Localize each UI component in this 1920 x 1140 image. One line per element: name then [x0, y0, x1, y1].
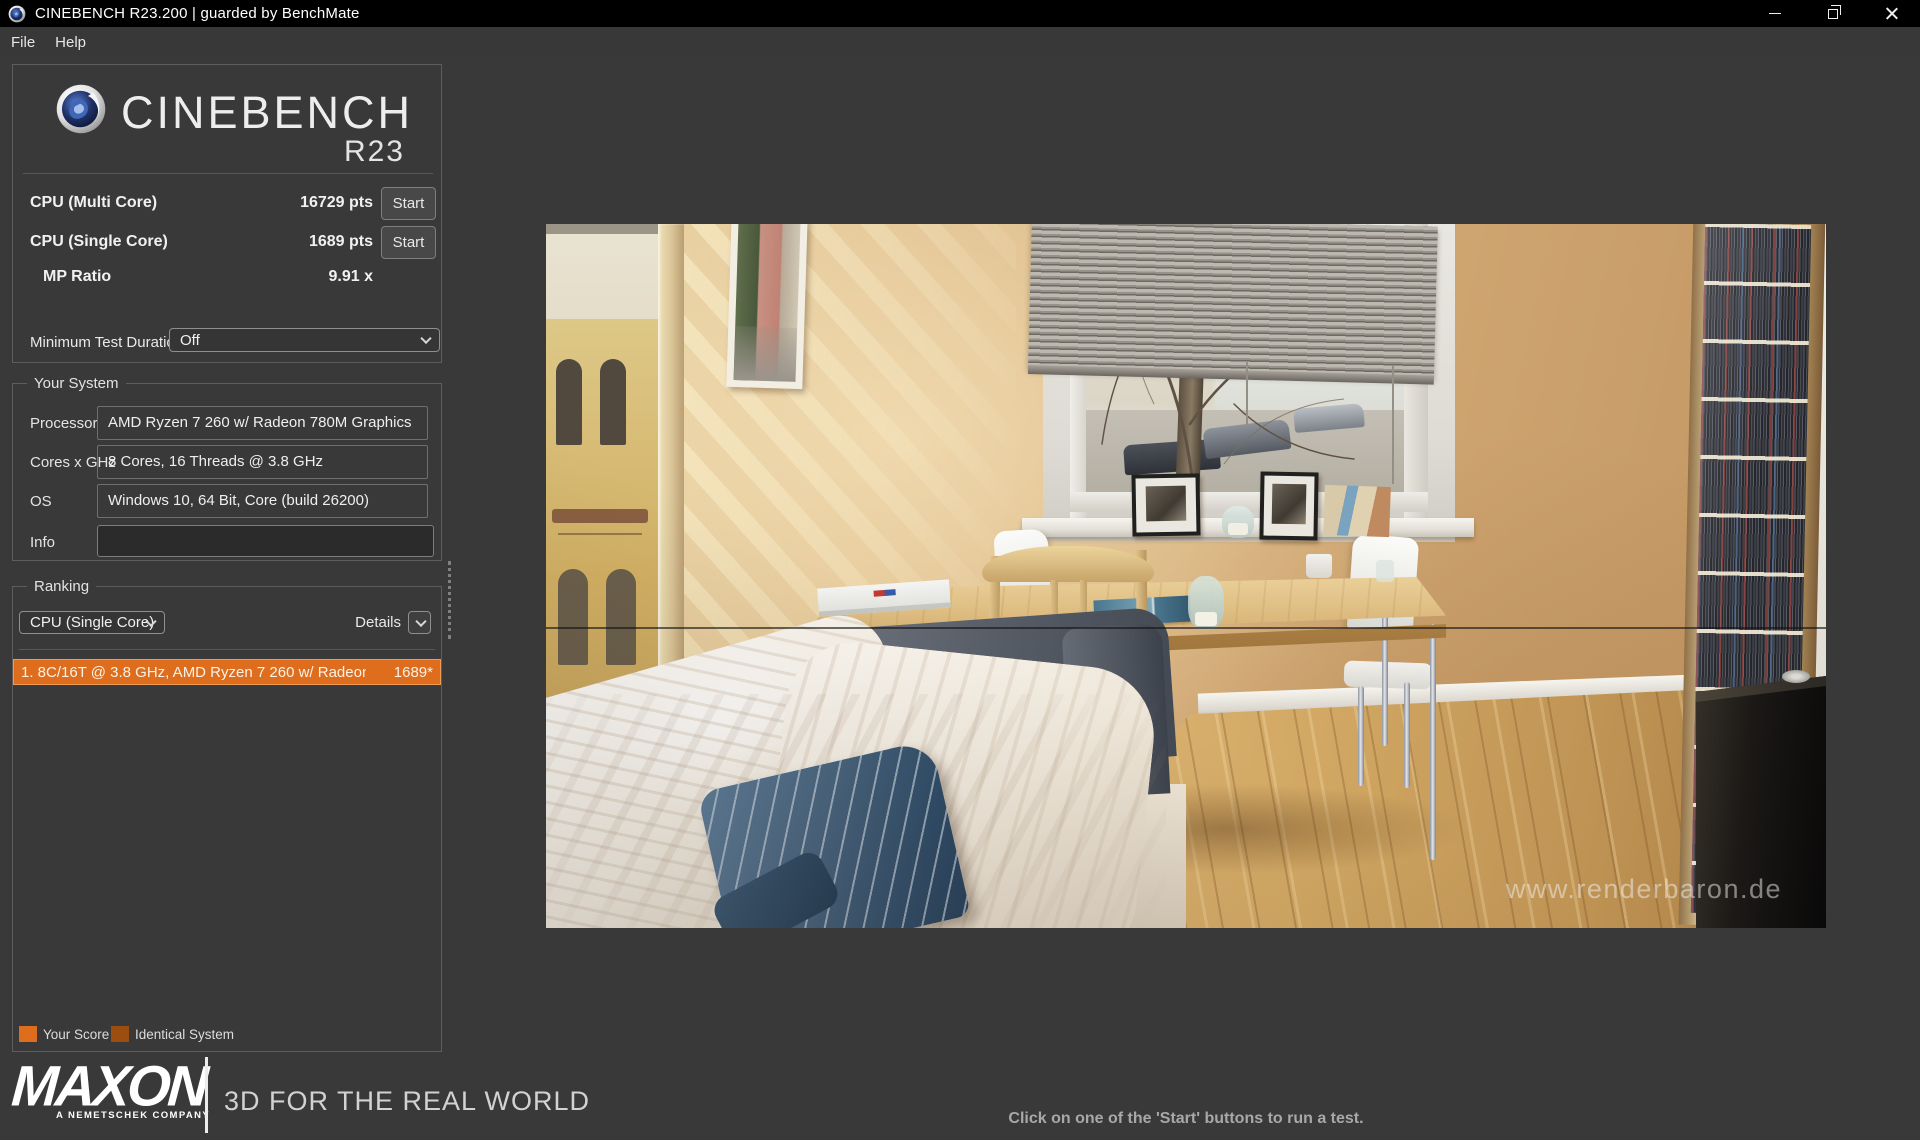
your-system-group: Your System Processor AMD Ryzen 7 260 w/… [12, 375, 442, 561]
maxon-logo: MAXON [9, 1053, 208, 1118]
divider [23, 173, 433, 174]
your-system-title: Your System [34, 375, 119, 392]
status-message: Click on one of the 'Start' buttons to r… [1008, 1110, 1364, 1127]
test-duration-label: Minimum Test Duration [30, 334, 184, 351]
bench-row-multi-core: CPU (Multi Core) 16729 pts Start [13, 187, 443, 220]
maxon-sublogo: A NEMETSCHEK COMPANY [56, 1110, 211, 1121]
details-select[interactable] [408, 611, 431, 634]
cinebench-app-icon [8, 5, 26, 22]
start-single-core-button[interactable]: Start [381, 226, 436, 259]
ranking-filter-select[interactable]: CPU (Single Core) [19, 611, 165, 634]
info-label: Info [30, 534, 56, 551]
small-jar [1376, 560, 1394, 582]
details-label: Details [355, 614, 401, 631]
menu-help[interactable]: Help [45, 30, 96, 55]
mp-ratio-value: 9.91 x [328, 268, 373, 285]
single-core-score: 1689 pts [308, 233, 373, 250]
panel-splitter-handle[interactable] [448, 561, 451, 639]
single-core-label: CPU (Single Core) [30, 233, 168, 250]
speaker-knob [1782, 670, 1810, 683]
os-value: Windows 10, 64 Bit, Core (build 26200) [97, 484, 428, 518]
ranking-entry-your-score[interactable]: 1. 8C/16T @ 3.8 GHz, AMD Ryzen 7 260 w/ … [13, 659, 441, 685]
test-duration-row: Minimum Test Duration Off [13, 328, 443, 355]
benchmark-panel: CINEBENCH R23 CPU (Multi Core) 16729 pts… [12, 64, 442, 363]
chevron-down-icon [415, 615, 427, 627]
restore-button[interactable] [1804, 0, 1862, 27]
bench-row-single-core: CPU (Single Core) 1689 pts Start [13, 226, 443, 259]
mug [1306, 554, 1332, 578]
mp-ratio-label: MP Ratio [43, 268, 112, 285]
blind-cord [1392, 366, 1394, 484]
window-title: CINEBENCH R23.200 | guarded by BenchMate [35, 5, 360, 22]
restore-icon [1828, 5, 1841, 19]
footer-tagline: 3D FOR THE REAL WORLD [224, 1086, 591, 1116]
ranking-filter-value: CPU (Single Core) [30, 614, 155, 631]
cinebench-logo-icon [56, 84, 106, 134]
titlebar: CINEBENCH R23.200 | guarded by BenchMate [0, 0, 1920, 27]
glass-vase-on-table [1188, 576, 1224, 630]
system-row-cores: Cores x GHz 8 Cores, 16 Threads @ 3.8 GH… [13, 445, 441, 480]
close-icon [1885, 7, 1898, 20]
start-multi-core-button[interactable]: Start [381, 187, 436, 220]
system-row-processor: Processor AMD Ryzen 7 260 w/ Radeon 780M… [13, 406, 441, 441]
ranking-title: Ranking [34, 578, 90, 595]
photo-frame [1259, 471, 1319, 541]
multi-core-score: 16729 pts [300, 194, 373, 211]
cores-value: 8 Cores, 16 Threads @ 3.8 GHz [97, 445, 428, 479]
ranking-entry-label: 1. 8C/16T @ 3.8 GHz, AMD Ryzen 7 260 w/ … [21, 664, 366, 681]
processor-value: AMD Ryzen 7 260 w/ Radeon 780M Graphics [97, 406, 428, 440]
minimize-icon [1769, 13, 1781, 14]
identical-system-swatch [111, 1026, 129, 1042]
ranking-group: Ranking CPU (Single Core) Details 1. 8C/… [12, 578, 442, 1052]
blind-cord [1246, 362, 1248, 426]
identical-system-label: Identical System [135, 1027, 235, 1042]
app-logo-version: R23 [343, 135, 405, 168]
app-window: CINEBENCH R23.200 | guarded by BenchMate… [0, 0, 1920, 1140]
processor-label: Processor [30, 415, 98, 432]
test-duration-select[interactable]: Off [169, 328, 440, 352]
test-duration-value: Off [180, 331, 200, 349]
menubar: File Help [0, 27, 1920, 57]
render-watermark: www.renderbaron.de [1505, 874, 1782, 904]
your-score-swatch [19, 1026, 37, 1042]
os-label: OS [30, 493, 52, 510]
your-score-label: Your Score [43, 1027, 110, 1042]
app-logo-text: CINEBENCH [121, 87, 414, 138]
white-chair-right-seat [1343, 660, 1433, 690]
photo-frame [1131, 473, 1201, 537]
bench-row-mp-ratio: MP Ratio 9.91 x [13, 261, 443, 294]
divider [19, 649, 435, 650]
venetian-blinds [1028, 224, 1438, 379]
close-button[interactable] [1862, 0, 1920, 27]
small-picture-frame [726, 224, 808, 390]
footer-divider [205, 1057, 208, 1133]
info-input[interactable] [97, 525, 434, 557]
chevron-down-icon [420, 332, 432, 345]
render-tile-artifact-line [546, 627, 1826, 629]
render-preview-image: www.renderbaron.de [546, 224, 1826, 928]
ranking-entry-score: 1689* [393, 664, 433, 681]
menu-file[interactable]: File [1, 30, 45, 55]
minimize-button[interactable] [1746, 0, 1804, 27]
glass-vase [1222, 506, 1254, 538]
multi-core-label: CPU (Multi Core) [30, 194, 158, 211]
postcards [1323, 484, 1391, 538]
system-row-os: OS Windows 10, 64 Bit, Core (build 26200… [13, 484, 441, 519]
window-controls [1746, 0, 1920, 27]
system-row-info: Info [13, 525, 441, 560]
ranking-legend: Your Score Identical System [13, 1025, 441, 1043]
